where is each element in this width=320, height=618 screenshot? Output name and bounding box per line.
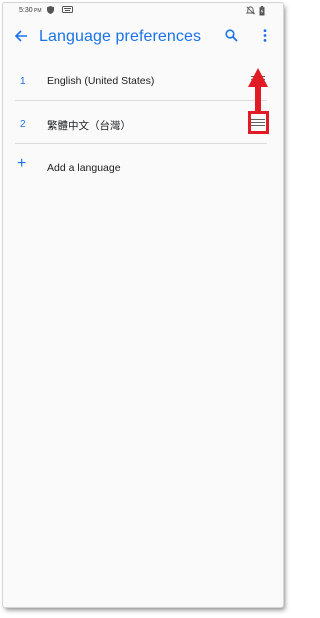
divider — [15, 100, 267, 101]
page-title: Language preferences — [39, 28, 202, 45]
keyboard-icon — [62, 6, 73, 15]
phone-screen: 5:30 PM Language preferences 1 English (… — [3, 3, 283, 607]
add-language-button[interactable]: + Add a language — [3, 146, 283, 186]
annotation-up-arrow-icon — [246, 67, 270, 118]
add-language-label: Add a language — [47, 162, 121, 174]
battery-icon — [259, 6, 265, 18]
no-notifications-icon — [245, 6, 256, 17]
search-icon — [224, 29, 238, 47]
shield-icon — [47, 6, 54, 16]
more-vert-icon — [263, 29, 267, 47]
arrow-back-icon — [14, 29, 28, 48]
status-time: 5:30 PM — [19, 7, 42, 14]
app-bar: Language preferences — [3, 19, 283, 59]
search-button[interactable] — [221, 27, 241, 49]
back-button[interactable] — [11, 27, 31, 49]
language-name: 繁體中文（台灣） — [47, 120, 131, 132]
status-bar: 5:30 PM — [3, 3, 283, 19]
language-index: 2 — [20, 119, 26, 130]
language-item-english[interactable]: 1 English (United States) — [3, 59, 283, 103]
language-index: 1 — [20, 76, 26, 87]
language-item-traditional-chinese[interactable]: 2 繁體中文（台灣） — [3, 102, 283, 146]
status-time-ampm: PM — [34, 8, 42, 14]
more-options-button[interactable] — [255, 27, 275, 49]
divider — [15, 143, 267, 144]
language-name: English (United States) — [47, 75, 155, 87]
status-time-value: 5:30 — [19, 7, 33, 14]
plus-icon: + — [17, 155, 27, 172]
